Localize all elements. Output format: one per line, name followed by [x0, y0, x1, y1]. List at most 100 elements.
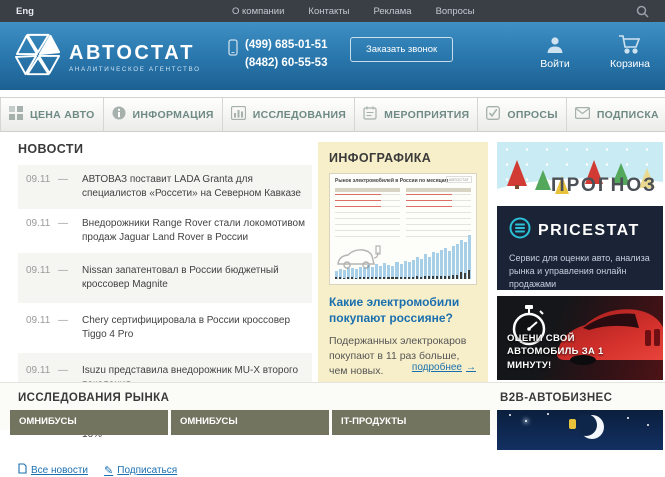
- news-link[interactable]: АВТОВАЗ поставит LADA Granta для специал…: [82, 173, 306, 201]
- figure-icon: [569, 419, 576, 429]
- nav-item-subscription[interactable]: ПОДПИСКА: [567, 98, 665, 131]
- star-icon: [547, 413, 549, 415]
- infographic-image[interactable]: Рынок электромобилей в России по месяцам…: [329, 173, 477, 285]
- nav-item-surveys[interactable]: ОПРОСЫ: [478, 98, 566, 131]
- pricestat-description: Сервис для оценки авто, анализа рынка и …: [509, 252, 651, 290]
- news-row[interactable]: 09.11 — Chery сертифицировала в России к…: [18, 303, 312, 353]
- news-date: 09.11: [26, 264, 58, 292]
- star-icon: [509, 414, 511, 416]
- topbar-link-ads[interactable]: Реклама: [373, 6, 411, 17]
- phone-icon: [228, 39, 238, 61]
- b2b-banner[interactable]: [497, 410, 663, 450]
- news-date: 09.11: [26, 314, 58, 342]
- nav-item-car-price[interactable]: ЦЕНА АВТО: [0, 98, 104, 131]
- mini-table-used: [406, 188, 471, 238]
- grid-icon: [9, 106, 23, 123]
- dash: —: [58, 314, 82, 342]
- logo-subtitle: АНАЛИТИЧЕСКОЕ АГЕНТСТВО: [69, 66, 201, 73]
- pencil-icon: ✎: [104, 464, 113, 477]
- phone-number-1: (499) 685-01-51: [245, 37, 327, 55]
- dash: —: [58, 173, 82, 201]
- star-icon: [525, 420, 527, 422]
- topbar-link-about[interactable]: О компании: [232, 6, 284, 17]
- table-header-omnibuses-1[interactable]: ОМНИБУСЫ: [10, 410, 168, 435]
- logo-hexagon-icon: [15, 32, 61, 83]
- news-link[interactable]: Nissan запатентовал в России бюджетный к…: [82, 264, 306, 292]
- bar-chart-icon: [231, 106, 246, 123]
- table-header-omnibuses-2[interactable]: ОМНИБУСЫ: [171, 410, 329, 435]
- nav-label: МЕРОПРИЯТИЯ: [384, 109, 469, 121]
- pricestat-logo-icon: [509, 217, 531, 244]
- site-header: АВТОСТАТ АНАЛИТИЧЕСКОЕ АГЕНТСТВО (499) 6…: [0, 22, 665, 90]
- news-row[interactable]: 09.11 — Внедорожники Range Rover стали л…: [18, 209, 312, 253]
- news-title: НОВОСТИ: [18, 142, 312, 156]
- top-utility-bar: Eng О компании Контакты Реклама Вопросы: [0, 0, 665, 22]
- pricestat-title: PRICESTAT: [538, 222, 640, 240]
- infographic-headline: Какие электромобили покупают россияне?: [329, 295, 477, 326]
- event-icon: [363, 106, 377, 123]
- news-link[interactable]: Chery сертифицировала в России кроссовер…: [82, 314, 306, 342]
- ev-car-sketch-icon: [336, 244, 382, 270]
- nav-label: ЦЕНА АВТО: [30, 109, 95, 121]
- search-icon[interactable]: [636, 5, 649, 18]
- info-icon: [112, 106, 126, 123]
- arrow-right-icon: →: [466, 362, 476, 373]
- document-icon: [18, 463, 27, 477]
- tree-icon: [507, 160, 527, 186]
- market-research-title: ИССЛЕДОВАНИЯ РЫНКА: [18, 392, 169, 404]
- star-icon: [647, 424, 649, 426]
- main-nav: ЦЕНА АВТО ИНФОРМАЦИЯ ИССЛЕДОВАНИЯ МЕРОПР…: [0, 97, 665, 132]
- phone-number-2: (8482) 60-55-53: [245, 55, 327, 73]
- order-call-button[interactable]: Заказать звонок: [350, 37, 453, 62]
- more-link[interactable]: подробнее →: [412, 362, 476, 373]
- autostat-logo[interactable]: АВТОСТАТ АНАЛИТИЧЕСКОЕ АГЕНТСТВО: [15, 32, 201, 83]
- forecast-banner[interactable]: ПРОГНОЗ: [497, 142, 663, 200]
- topbar-link-contacts[interactable]: Контакты: [308, 6, 349, 17]
- nav-label: ИССЛЕДОВАНИЯ: [253, 109, 346, 121]
- mini-tables: [335, 188, 471, 238]
- news-row[interactable]: 09.11 — АВТОВАЗ поставит LADA Granta для…: [18, 165, 312, 209]
- banner-column: ПРОГНОЗ PRICESTAT Сервис для оценки авто…: [497, 142, 663, 380]
- phone-block: (499) 685-01-51 (8482) 60-55-53: [228, 37, 327, 73]
- estimate-banner[interactable]: ОЦЕНИ СВОЙ АВТОМОБИЛЬ ЗА 1 МИНУТУ!: [497, 296, 663, 380]
- b2b-title: B2B-АВТОБИЗНЕС: [500, 392, 612, 404]
- logo-title: АВТОСТАТ: [69, 43, 201, 63]
- tree-trunk: [515, 185, 519, 189]
- news-date: 09.11: [26, 217, 58, 245]
- mini-table-new: [335, 188, 400, 238]
- news-link[interactable]: Внедорожники Range Rover стали локомотив…: [82, 217, 306, 245]
- dash: —: [58, 264, 82, 292]
- star-icon: [627, 417, 629, 419]
- estimate-label: ОЦЕНИ СВОЙ АВТОМОБИЛЬ ЗА 1 МИНУТУ!: [507, 332, 627, 373]
- envelope-icon: [575, 107, 590, 122]
- dash: —: [58, 217, 82, 245]
- table-header-it-products[interactable]: IT-ПРОДУКТЫ: [332, 410, 490, 435]
- topbar-links: О компании Контакты Реклама Вопросы: [232, 6, 474, 17]
- pricestat-banner[interactable]: PRICESTAT Сервис для оценки авто, анализ…: [497, 206, 663, 290]
- news-date: 09.11: [26, 173, 58, 201]
- cart-icon: [598, 33, 662, 55]
- infographic-section: ИНФОГРАФИКА Рынок электромобилей в Росси…: [318, 142, 488, 382]
- topbar-link-questions[interactable]: Вопросы: [436, 6, 475, 17]
- login-button[interactable]: Войти: [523, 33, 587, 70]
- cart-label: Корзина: [598, 58, 662, 70]
- infographic-title: ИНФОГРАФИКА: [329, 151, 477, 165]
- tree-icon: [535, 170, 551, 190]
- forecast-label: ПРОГНОЗ: [551, 175, 657, 197]
- user-icon: [523, 33, 587, 55]
- checkbox-icon: [486, 106, 500, 123]
- nav-item-information[interactable]: ИНФОРМАЦИЯ: [104, 98, 223, 131]
- all-news-link[interactable]: Все новости: [18, 463, 88, 477]
- login-label: Войти: [523, 58, 587, 70]
- infographic-brand-badge: АВТОСТАТ: [446, 176, 472, 183]
- research-table-header: ОМНИБУСЫ ОМНИБУСЫ IT-ПРОДУКТЫ: [10, 410, 490, 435]
- nav-label: ИНФОРМАЦИЯ: [133, 109, 214, 121]
- nav-label: ПОДПИСКА: [597, 109, 659, 121]
- subscribe-link[interactable]: ✎ Подписаться: [104, 464, 177, 477]
- language-switch[interactable]: Eng: [16, 6, 34, 17]
- news-row[interactable]: 09.11 — Nissan запатентовал в России бюд…: [18, 253, 312, 303]
- nav-item-events[interactable]: МЕРОПРИЯТИЯ: [355, 98, 478, 131]
- nav-label: ОПРОСЫ: [507, 109, 557, 121]
- nav-item-research[interactable]: ИССЛЕДОВАНИЯ: [223, 98, 355, 131]
- cart-button[interactable]: Корзина: [598, 33, 662, 70]
